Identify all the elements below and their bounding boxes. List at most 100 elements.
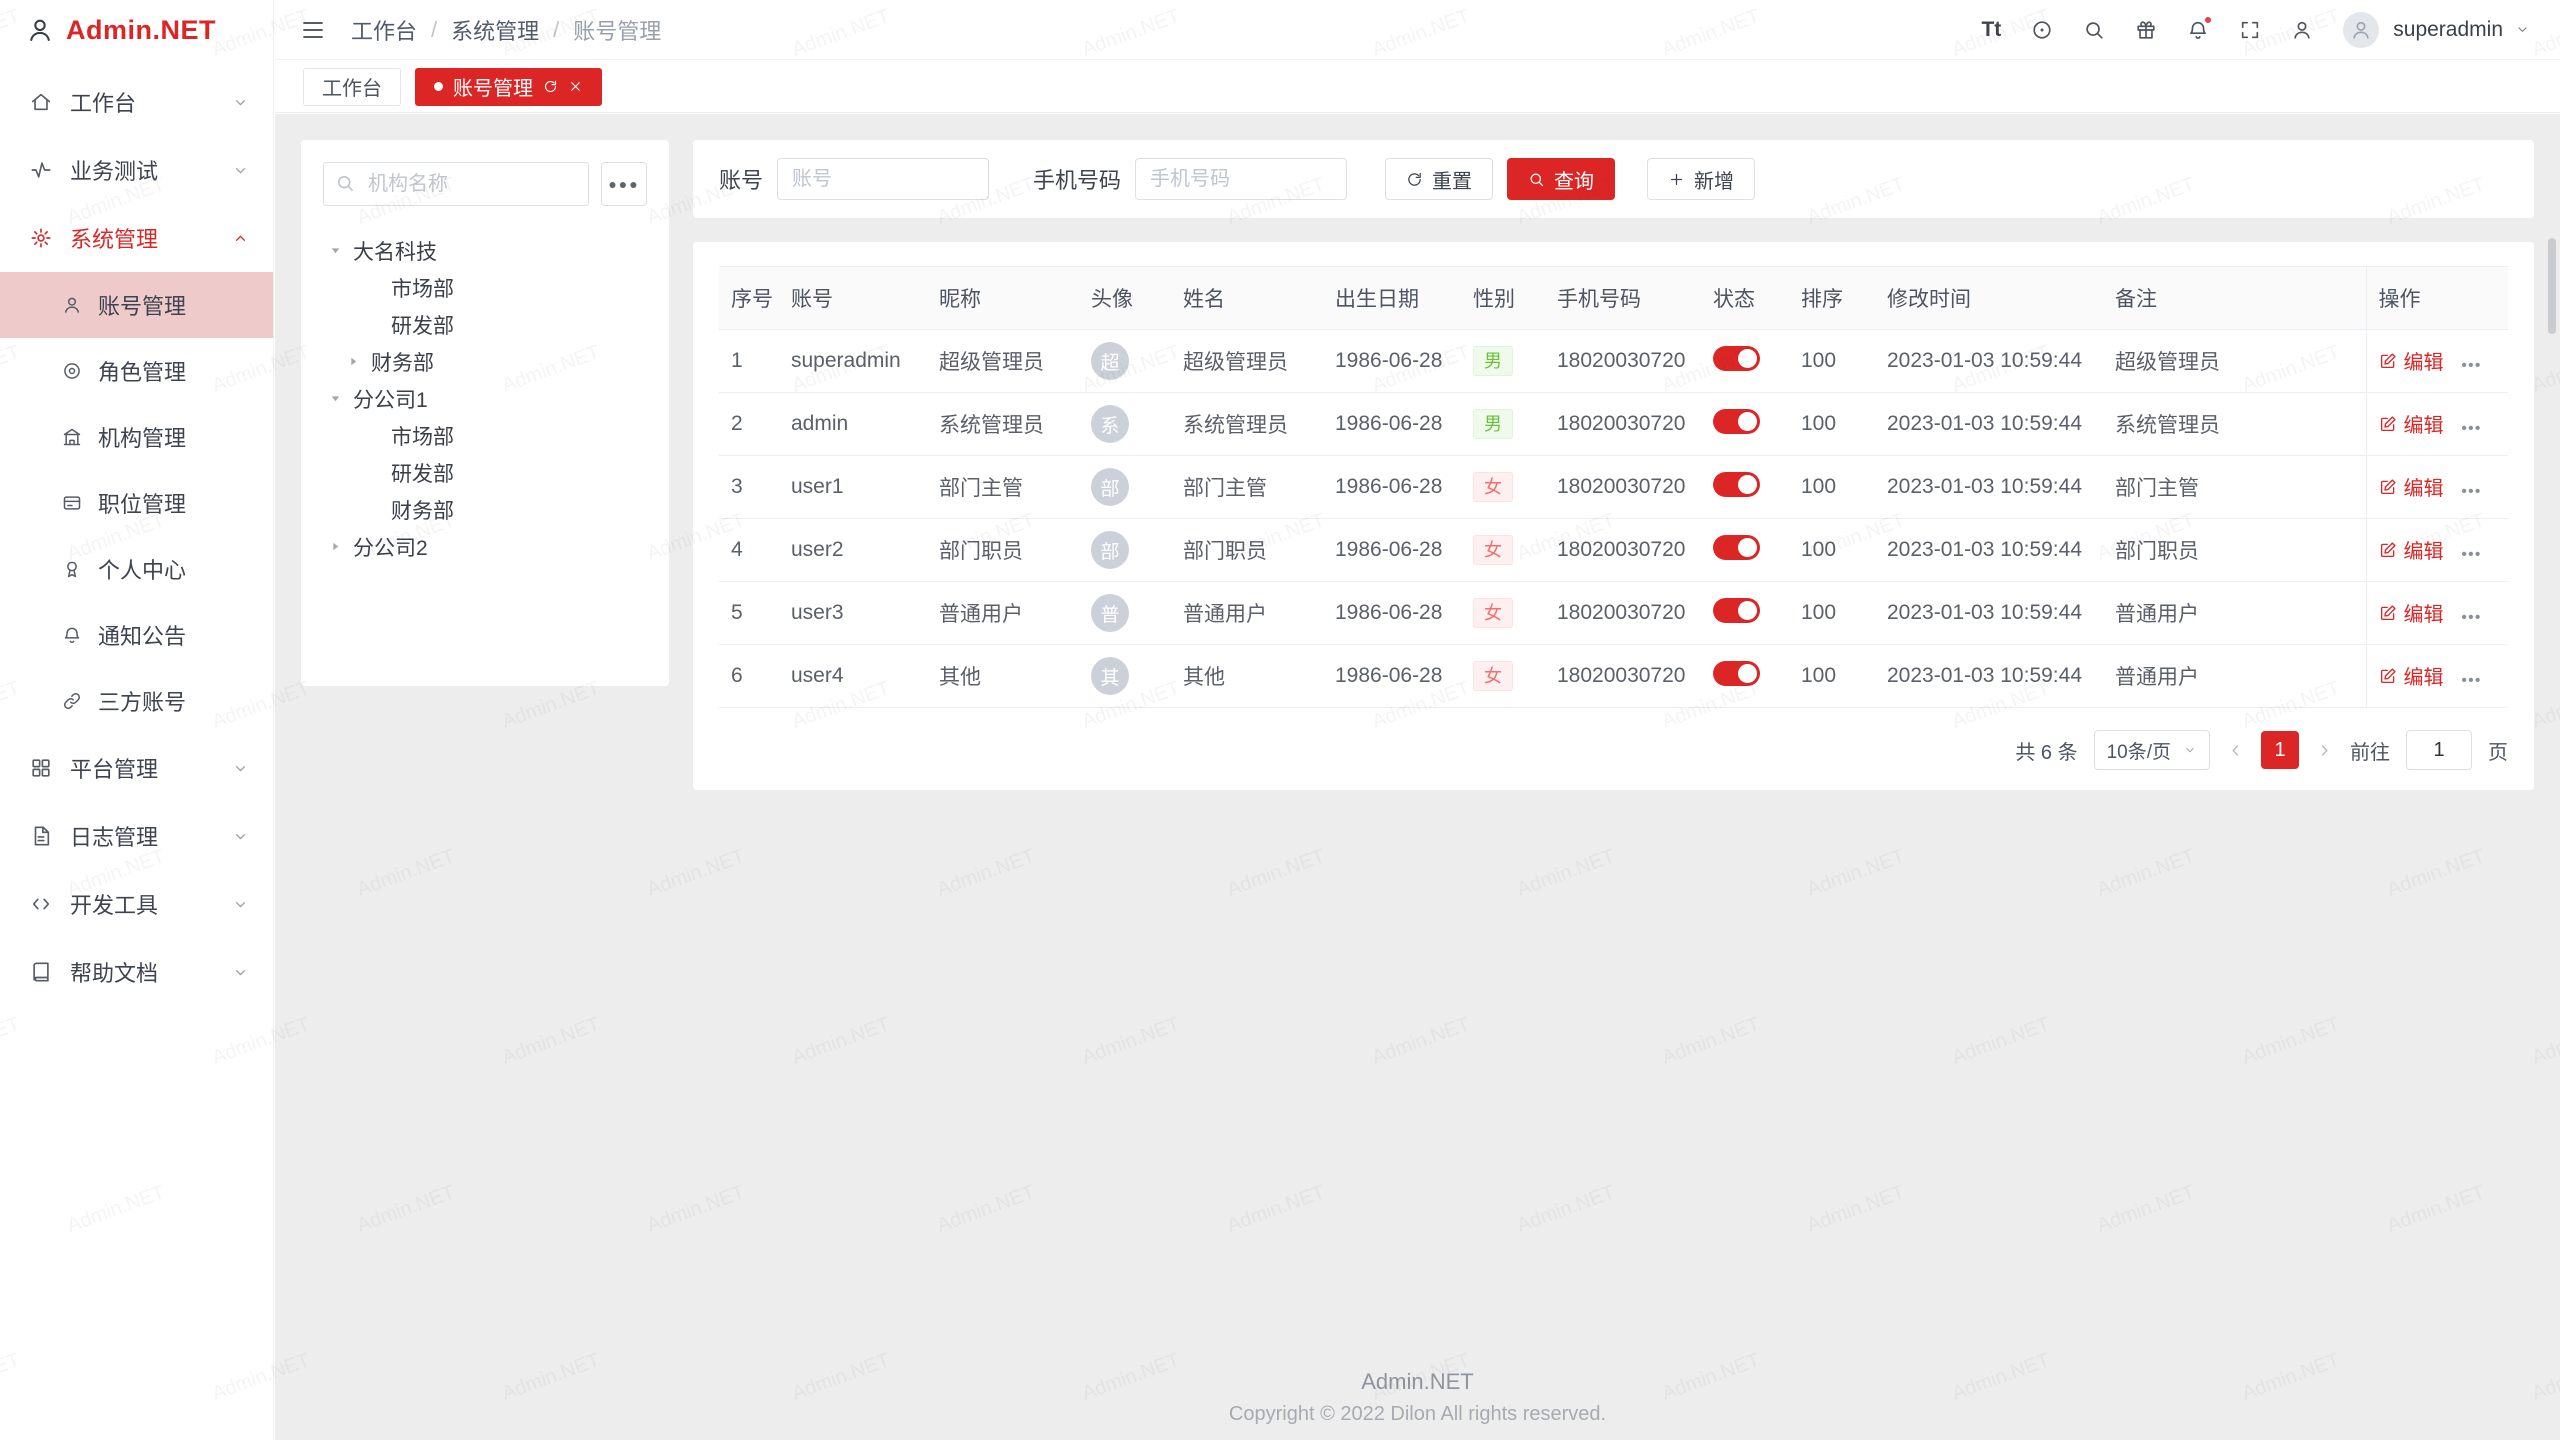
page-number-button[interactable]: 1 [2261,731,2299,769]
edit-button[interactable]: 编辑 [2379,472,2444,501]
sidebar-item-help-docs[interactable]: 帮助文档 [0,938,273,1006]
caret-right-icon[interactable] [347,355,371,368]
font-size-icon[interactable]: Tt [1981,18,2001,42]
more-actions-button[interactable]: ••• [2462,609,2482,626]
tree-node-label: 分公司1 [353,384,428,414]
menu-label: 角色管理 [98,355,186,387]
sidebar-item-workbench[interactable]: 工作台 [0,68,273,136]
sidebar-item-org-mgmt[interactable]: 机构管理 [0,404,273,470]
sidebar-item-third-party-account[interactable]: 三方账号 [0,668,273,734]
caret-down-icon[interactable] [329,392,353,405]
more-options-button[interactable]: ●●● [601,162,647,206]
org-search-input[interactable] [323,162,589,206]
fullscreen-icon[interactable] [2239,19,2261,41]
caret-right-icon[interactable] [329,540,353,553]
app-logo-text: Admin.NET [66,15,216,46]
phone-input[interactable] [1135,158,1347,200]
id-card-icon [62,493,82,513]
status-toggle[interactable] [1713,409,1760,434]
more-actions-button[interactable]: ••• [2462,483,2482,500]
tree-node[interactable]: 财务部 [323,343,647,380]
edit-button[interactable]: 编辑 [2379,598,2444,627]
more-actions-button[interactable]: ••• [2462,357,2482,374]
edit-button[interactable]: 编辑 [2379,535,2444,564]
tree-node[interactable]: 大名科技 [323,232,647,269]
tree-node[interactable]: 研发部 [323,306,647,343]
sidebar-item-account-mgmt[interactable]: 账号管理 [0,272,273,338]
sidebar-item-role-mgmt[interactable]: 角色管理 [0,338,273,404]
account-input[interactable] [777,158,989,200]
user-avatar[interactable] [2343,12,2379,48]
more-actions-button[interactable]: ••• [2462,420,2482,437]
page-size-select[interactable]: 10条/页 [2094,730,2210,770]
tree-node[interactable]: 市场部 [323,417,647,454]
col-header: 昵称 [927,267,1079,330]
reset-label: 重置 [1432,165,1472,194]
sidebar-menu: 工作台 业务测试 系统管理 账号管理 角色管理 机构管理 职位管理 [0,60,273,1006]
goto-page-input[interactable] [2406,730,2472,770]
gender-badge: 男 [1473,346,1513,377]
plus-icon [1668,171,1685,188]
page-unit-label: 页 [2488,736,2508,765]
sidebar-item-log-mgmt[interactable]: 日志管理 [0,802,273,870]
edit-button[interactable]: 编辑 [2379,409,2444,438]
person-icon[interactable] [2291,19,2313,41]
status-toggle[interactable] [1713,472,1760,497]
app-logo[interactable]: Admin.NET [0,0,273,60]
breadcrumb: 工作台 / 系统管理 / 账号管理 [351,14,661,46]
close-icon[interactable] [568,79,583,94]
status-toggle[interactable] [1713,661,1760,686]
tree-node[interactable]: 财务部 [323,491,647,528]
breadcrumb-item[interactable]: 工作台 [351,14,417,46]
sidebar-item-notice[interactable]: 通知公告 [0,602,273,668]
edit-button[interactable]: 编辑 [2379,661,2444,690]
layout-icon[interactable] [2135,19,2157,41]
sidebar-item-dev-tools[interactable]: 开发工具 [0,870,273,938]
more-actions-button[interactable]: ••• [2462,546,2482,563]
tree-node[interactable]: 研发部 [323,454,647,491]
chevron-down-icon[interactable] [2515,22,2530,37]
sidebar-item-position-mgmt[interactable]: 职位管理 [0,470,273,536]
reset-button[interactable]: 重置 [1385,158,1493,200]
tab-label: 工作台 [322,72,382,101]
search-button[interactable]: 查询 [1507,158,1615,200]
tree-node[interactable]: 市场部 [323,269,647,306]
notification-bell-icon[interactable] [2187,19,2209,41]
status-toggle[interactable] [1713,535,1760,560]
pagination: 共 6 条 10条/页 1 前往 页 [719,730,2508,770]
add-button[interactable]: 新增 [1647,158,1755,200]
tree-node[interactable]: 分公司2 [323,528,647,565]
page-size-value: 10条/页 [2107,737,2171,764]
sidebar-item-personal-center[interactable]: 个人中心 [0,536,273,602]
tree-node[interactable]: 分公司1 [323,380,647,417]
sidebar-item-system-mgmt[interactable]: 系统管理 [0,204,273,272]
status-toggle[interactable] [1713,598,1760,623]
col-header: 姓名 [1171,267,1323,330]
tree-node-label: 研发部 [391,458,454,488]
avatar: 系 [1091,405,1129,443]
prev-page-button[interactable] [2226,741,2245,760]
breadcrumb-item[interactable]: 系统管理 [451,14,539,46]
tree-node-label: 分公司2 [353,532,428,562]
menu-label: 个人中心 [98,553,186,585]
sidebar-item-platform-mgmt[interactable]: 平台管理 [0,734,273,802]
username[interactable]: superadmin [2393,18,2503,42]
chevron-down-icon [232,162,249,179]
status-toggle[interactable] [1713,346,1760,371]
scrollbar-thumb[interactable] [2548,238,2556,334]
edit-icon [2379,541,2397,559]
tab-workbench[interactable]: 工作台 [303,68,401,106]
edit-button[interactable]: 编辑 [2379,346,2444,375]
refresh-icon[interactable] [543,79,558,94]
caret-down-icon[interactable] [329,244,353,257]
next-page-button[interactable] [2315,741,2334,760]
collapse-menu-button[interactable] [301,18,325,42]
search-icon [335,173,355,193]
sidebar-item-business-test[interactable]: 业务测试 [0,136,273,204]
footer-copyright: Copyright © 2022 Dilon All rights reserv… [275,1403,2560,1426]
more-actions-button[interactable]: ••• [2462,672,2482,689]
search-icon[interactable] [2083,19,2105,41]
table-row: 2 admin 系统管理员 系 系统管理员 1986-06-28 男 18020… [719,393,2508,456]
theme-icon[interactable] [2031,19,2053,41]
tab-account-mgmt[interactable]: 账号管理 [415,68,602,106]
